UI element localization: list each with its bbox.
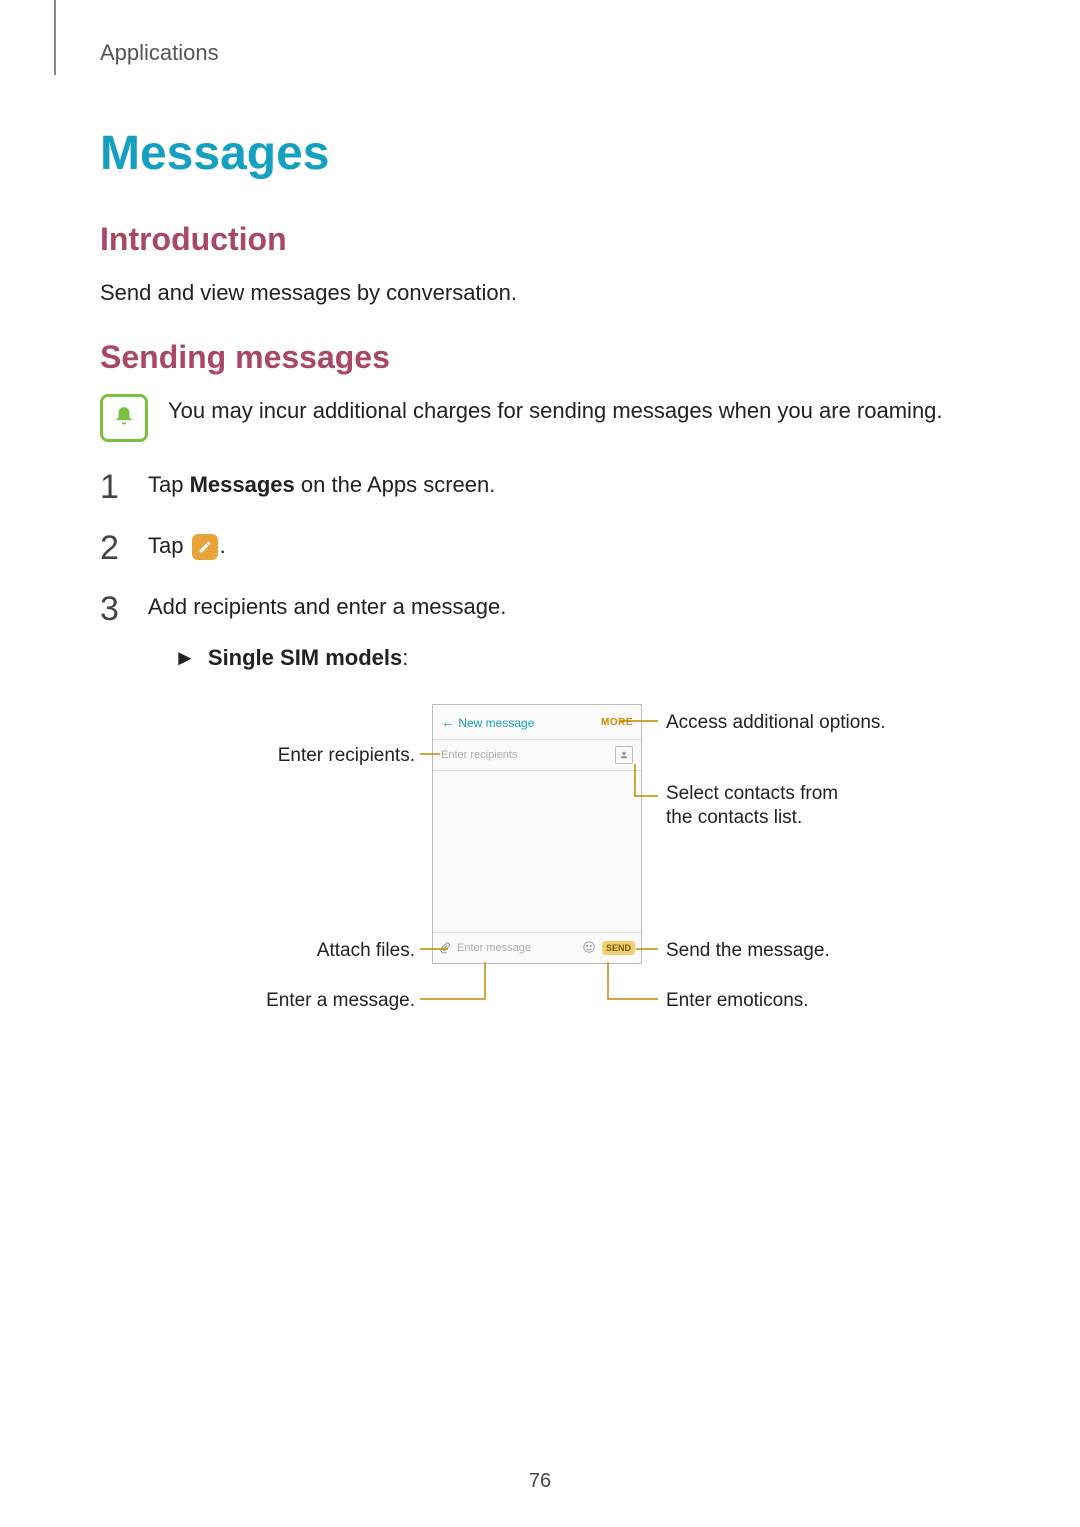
label-attach-files: Attach files. (270, 939, 415, 963)
page-title: Messages (100, 126, 980, 181)
header-rule (54, 0, 56, 75)
recipients-placeholder: Enter recipients (441, 749, 517, 761)
breadcrumb: Applications (100, 40, 980, 66)
note-callout: You may incur additional charges for sen… (100, 394, 980, 442)
step-3: Add recipients and enter a message. ► Si… (100, 590, 980, 674)
subnote-strong: Single SIM models (208, 645, 402, 670)
steps-list: Tap Messages on the Apps screen. Tap . A… (100, 468, 980, 674)
step-1-pre: Tap (148, 472, 190, 497)
step-2-post: . (220, 533, 226, 558)
step-1: Tap Messages on the Apps screen. (100, 468, 980, 501)
triangle-icon: ► (174, 645, 202, 670)
note-text: You may incur additional charges for sen… (168, 394, 943, 427)
step-3-subnote: ► Single SIM models: (174, 641, 980, 674)
document-page: Applications Messages Introduction Send … (0, 0, 1080, 1527)
phone-title: New message (458, 716, 534, 730)
diagram: ← New message MORE Enter recipients Ente… (180, 704, 900, 1024)
section-heading-introduction: Introduction (100, 221, 980, 258)
step-2: Tap . (100, 529, 980, 562)
step-2-pre: Tap (148, 533, 190, 558)
message-placeholder: Enter message (457, 942, 576, 954)
emoticon-icon (582, 938, 596, 959)
compose-bar: Enter message SEND (433, 932, 641, 963)
section-heading-sending: Sending messages (100, 339, 980, 376)
label-enter-emoticons: Enter emoticons. (666, 989, 809, 1013)
send-button: SEND (602, 941, 635, 955)
intro-text: Send and view messages by conversation. (100, 276, 980, 309)
step-1-app: Messages (190, 472, 295, 497)
phone-titlebar: ← New message MORE (433, 705, 641, 740)
bell-icon (100, 394, 148, 442)
subnote-post: : (402, 645, 408, 670)
more-button: MORE (601, 717, 633, 728)
attach-icon (439, 938, 451, 959)
label-enter-message: Enter a message. (250, 989, 415, 1013)
label-enter-recipients: Enter recipients. (270, 744, 415, 768)
phone-mock: ← New message MORE Enter recipients Ente… (432, 704, 642, 964)
back-arrow-icon: ← New message (441, 714, 534, 730)
label-send-message: Send the message. (666, 939, 830, 963)
label-access-options: Access additional options. (666, 711, 886, 735)
compose-icon (192, 534, 218, 560)
recipients-row: Enter recipients (433, 740, 641, 771)
page-number: 76 (0, 1470, 1080, 1493)
label-select-contacts: Select contacts from the contacts list. (666, 782, 866, 830)
step-1-post: on the Apps screen. (295, 472, 496, 497)
step-3-text: Add recipients and enter a message. (148, 594, 506, 619)
contacts-icon (615, 746, 633, 764)
